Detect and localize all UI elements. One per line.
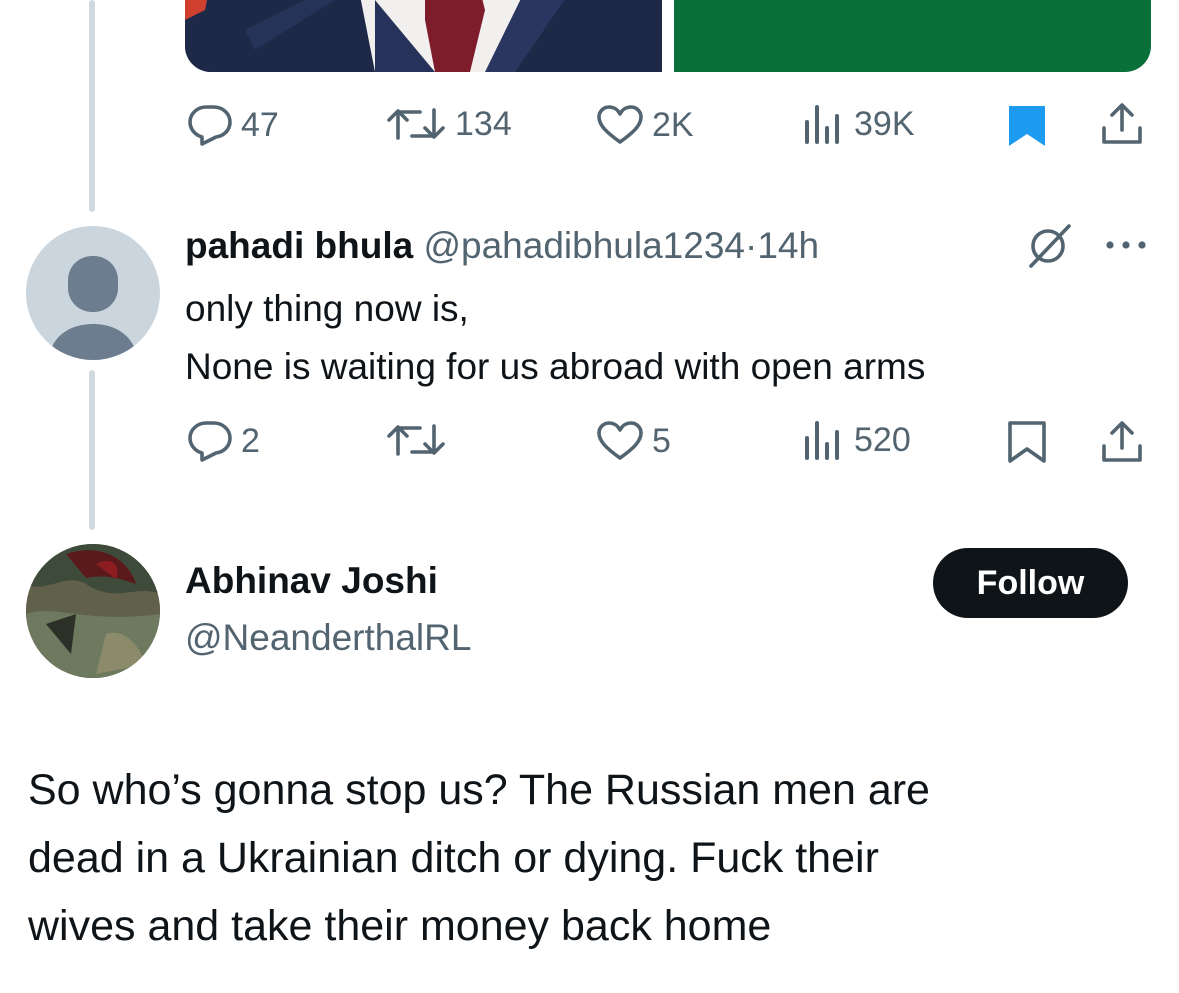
reply-icon: [188, 421, 232, 462]
views-count: 520: [854, 420, 911, 459]
bookmark-filled-icon: [1009, 106, 1045, 146]
reply-avatar[interactable]: [26, 226, 160, 360]
reply-action[interactable]: 47: [187, 104, 279, 146]
main-handle[interactable]: @NeanderthalRL: [185, 617, 471, 659]
retweet-action[interactable]: 134: [385, 104, 512, 144]
main-tweet-text-line: dead in a Ukrainian ditch or dying. Fuck…: [28, 834, 879, 882]
like-count: 2K: [652, 105, 694, 144]
suit-image-icon: [185, 0, 662, 72]
reply-count: 2: [241, 421, 260, 460]
views-icon: [805, 421, 839, 460]
share-icon: [1102, 421, 1142, 462]
reply-text-line: only thing now is,: [185, 288, 469, 329]
thread-line-bottom: [89, 370, 95, 530]
main-tweet-text-line: So who’s gonna stop us? The Russian men …: [28, 766, 930, 814]
views-action[interactable]: 520: [802, 420, 911, 460]
share-icon: [1102, 103, 1142, 144]
reply-text: only thing now is, None is waiting for u…: [185, 280, 925, 396]
share-button[interactable]: [1100, 102, 1144, 151]
reply-separator: ·: [744, 225, 758, 266]
views-icon: [805, 105, 839, 144]
more-icon: [1106, 241, 1146, 249]
like-icon: [597, 105, 643, 144]
reply-header: pahadi bhula @pahadibhula1234·14h: [185, 220, 819, 272]
main-tweet-text-line: wives and take their money back home: [28, 902, 772, 950]
follow-button[interactable]: Follow: [933, 548, 1128, 618]
main-tweet-text: So who’s gonna stop us? The Russian men …: [28, 756, 930, 960]
like-action[interactable]: 5: [596, 420, 671, 462]
bookmark-button[interactable]: [1007, 420, 1047, 469]
views-action[interactable]: 39K: [802, 104, 915, 144]
thread-line-top: [89, 0, 95, 212]
reply-time[interactable]: 14h: [757, 225, 819, 266]
retweet-icon: [387, 424, 445, 456]
bookmark-button[interactable]: [1007, 104, 1047, 153]
like-icon: [597, 421, 643, 460]
tweet-media-image-right[interactable]: [674, 0, 1151, 72]
reply-text-line: None is waiting for us abroad with open …: [185, 346, 926, 387]
main-display-name[interactable]: Abhinav Joshi: [185, 560, 438, 602]
tweet-media-image-left[interactable]: [185, 0, 662, 72]
share-button[interactable]: [1100, 420, 1144, 469]
retweet-action[interactable]: [385, 420, 455, 460]
reply-handle[interactable]: @pahadibhula1234: [423, 225, 745, 266]
retweet-icon: [387, 108, 445, 140]
grok-button[interactable]: [1025, 222, 1075, 273]
retweet-count: 134: [455, 104, 512, 143]
reply-action[interactable]: 2: [187, 420, 260, 462]
main-avatar[interactable]: [26, 544, 160, 678]
bookmark-icon: [1008, 421, 1046, 463]
views-count: 39K: [854, 104, 915, 143]
like-action[interactable]: 2K: [596, 104, 694, 146]
reply-count: 47: [241, 105, 279, 144]
reply-icon: [188, 105, 232, 146]
grok-icon: [1029, 224, 1071, 268]
reply-display-name[interactable]: pahadi bhula: [185, 225, 413, 266]
default-avatar-icon: [48, 256, 138, 360]
like-count: 5: [652, 421, 671, 460]
more-button[interactable]: [1104, 238, 1148, 256]
painting-avatar-icon: [26, 544, 160, 678]
